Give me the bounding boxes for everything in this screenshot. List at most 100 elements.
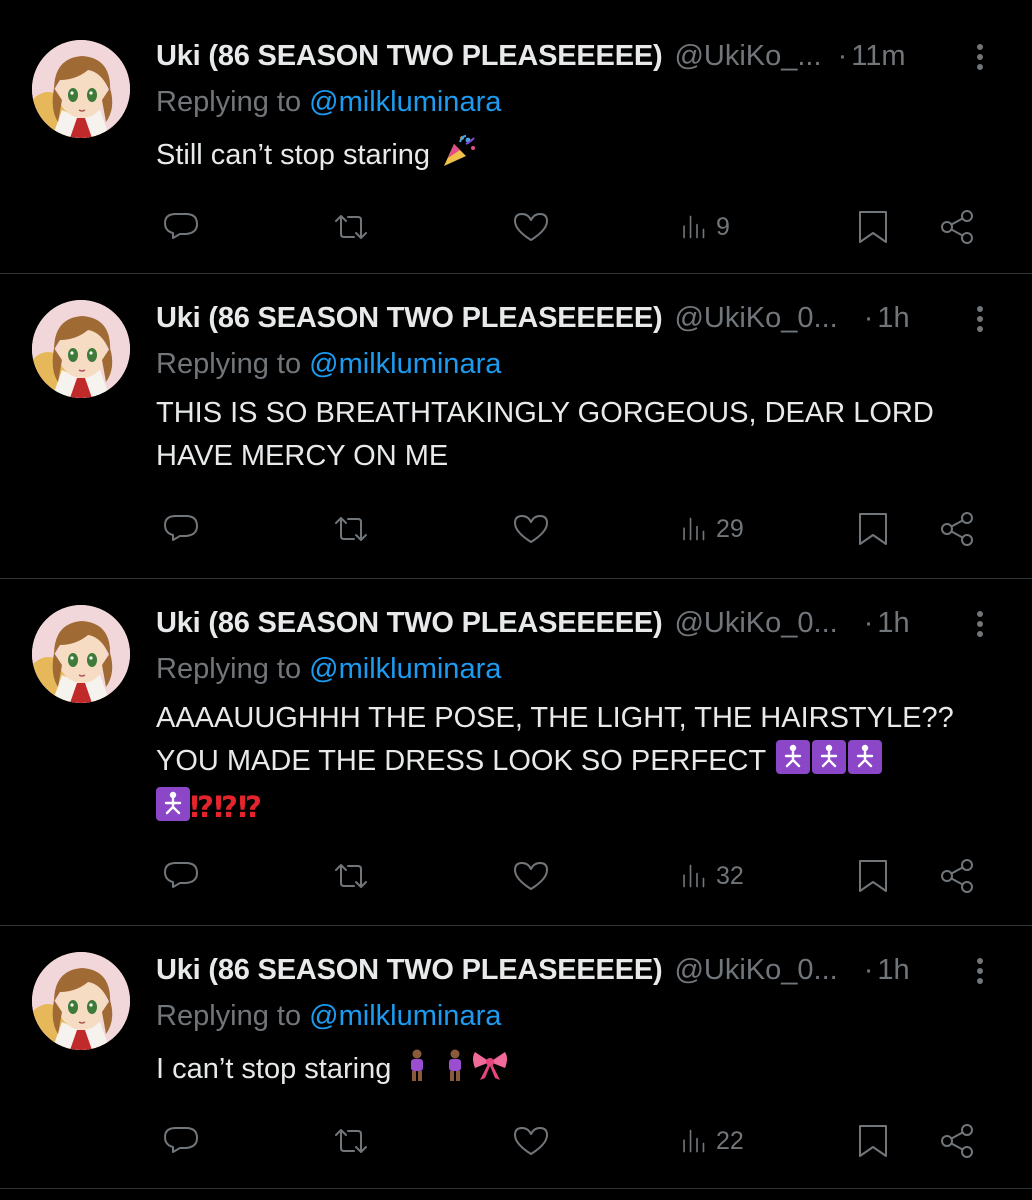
tweet[interactable]: Uki (86 SEASON TWO PLEASEEEEE) @UkiKo_..… <box>0 0 1032 274</box>
username-handle[interactable]: @UkiKo_0... <box>674 302 837 335</box>
action-bar: 32 <box>0 851 1032 901</box>
views-button[interactable]: 22 <box>680 1116 744 1166</box>
views-chart-icon <box>683 215 705 239</box>
replying-to-label: Replying to <box>156 86 310 118</box>
reply-button[interactable] <box>160 504 202 554</box>
bookmark-icon <box>859 860 887 892</box>
timestamp[interactable]: 1h <box>877 302 909 335</box>
action-bar: 29 <box>0 504 1032 554</box>
timestamp[interactable]: 11m <box>851 40 905 73</box>
username-handle[interactable]: @UkiKo_0... <box>674 607 837 640</box>
replying-to-label: Replying to <box>156 348 310 380</box>
retweet-button[interactable] <box>330 202 372 252</box>
retweet-icon <box>335 215 367 239</box>
share-button[interactable] <box>936 504 978 554</box>
replying-to-handle[interactable]: @milkluminara <box>309 348 501 380</box>
kneeling-person-icon <box>775 740 810 787</box>
action-bar: 22 <box>0 1116 1032 1166</box>
like-button[interactable] <box>510 851 552 901</box>
tweet-text-body: THIS IS SO BREATHTAKINGLY GORGEOUS, DEAR… <box>156 397 934 472</box>
tweet[interactable]: Uki (86 SEASON TWO PLEASEEEEE) @UkiKo_0.… <box>0 274 1032 579</box>
share-icon <box>941 512 973 546</box>
more-vertical-icon[interactable] <box>968 607 992 641</box>
tweet-header: Uki (86 SEASON TWO PLEASEEEEE) @UkiKo_..… <box>156 36 992 76</box>
timestamp[interactable]: 1h <box>877 954 909 987</box>
replying-to-handle[interactable]: @milkluminara <box>309 86 501 118</box>
timestamp[interactable]: 1h <box>877 607 909 640</box>
retweet-button[interactable] <box>330 1116 372 1166</box>
replying-to-handle[interactable]: @milkluminara <box>309 653 501 685</box>
like-button[interactable] <box>510 202 552 252</box>
ribbon-icon <box>471 1048 509 1095</box>
replying-to: Replying to @milkluminara <box>156 86 501 119</box>
reply-icon <box>164 862 198 888</box>
views-button[interactable]: 29 <box>680 504 744 554</box>
tweet-header: Uki (86 SEASON TWO PLEASEEEEE) @UkiKo_0.… <box>156 298 992 338</box>
replying-to: Replying to @milkluminara <box>156 348 501 381</box>
tweet[interactable]: Uki (86 SEASON TWO PLEASEEEEE) @UkiKo_0.… <box>0 926 1032 1189</box>
kneeling-person-icon <box>156 787 190 834</box>
reply-icon <box>164 213 198 239</box>
display-name[interactable]: Uki (86 SEASON TWO PLEASEEEEE) <box>156 954 663 987</box>
avatar[interactable] <box>32 952 130 1050</box>
tweet-text: THIS IS SO BREATHTAKINGLY GORGEOUS, DEAR… <box>156 392 972 478</box>
username-handle[interactable]: @UkiKo_0... <box>674 954 837 987</box>
replying-to-handle[interactable]: @milkluminara <box>309 1000 501 1032</box>
exclamation-question-marks: ⁉⁉⁉ <box>190 792 263 824</box>
tweet-text: I can’t stop staring <box>156 1048 972 1095</box>
tweet[interactable]: Uki (86 SEASON TWO PLEASEEEEE) @UkiKo_0.… <box>0 579 1032 926</box>
views-chart-icon <box>683 517 705 541</box>
avatar-image <box>32 300 130 398</box>
views-count: 9 <box>716 212 730 241</box>
avatar[interactable] <box>32 300 130 398</box>
separator-dot: · <box>863 953 874 986</box>
bookmark-button[interactable] <box>852 851 894 901</box>
display-name[interactable]: Uki (86 SEASON TWO PLEASEEEEE) <box>156 302 663 335</box>
standing-person-icon <box>443 1048 467 1095</box>
avatar[interactable] <box>32 605 130 703</box>
heart-icon <box>514 213 548 241</box>
avatar-image <box>32 40 130 138</box>
retweet-button[interactable] <box>330 504 372 554</box>
reply-icon <box>164 515 198 541</box>
replying-to-label: Replying to <box>156 1000 310 1032</box>
separator-dot: · <box>863 301 874 334</box>
display-name[interactable]: Uki (86 SEASON TWO PLEASEEEEE) <box>156 607 663 640</box>
views-count: 29 <box>716 514 744 543</box>
heart-icon <box>514 862 548 890</box>
kneeling-person-icon <box>811 740 846 787</box>
bookmark-button[interactable] <box>852 504 894 554</box>
heart-icon <box>514 515 548 543</box>
more-vertical-icon[interactable] <box>968 954 992 988</box>
username-handle[interactable]: @UkiKo_... <box>674 40 821 73</box>
views-chart-icon <box>683 864 705 888</box>
tweet-header: Uki (86 SEASON TWO PLEASEEEEE) @UkiKo_0.… <box>156 603 992 643</box>
views-button[interactable]: 32 <box>680 851 744 901</box>
kneeling-person-icon <box>847 740 882 787</box>
avatar-image <box>32 605 130 703</box>
like-button[interactable] <box>510 1116 552 1166</box>
tweet-text: Still can’t stop staring <box>156 134 972 181</box>
retweet-button[interactable] <box>330 851 372 901</box>
like-button[interactable] <box>510 504 552 554</box>
views-chart-icon <box>683 1129 705 1153</box>
party-popper-icon <box>440 134 478 181</box>
views-button[interactable]: 9 <box>680 202 730 252</box>
reply-button[interactable] <box>160 851 202 901</box>
avatar[interactable] <box>32 40 130 138</box>
reply-button[interactable] <box>160 202 202 252</box>
reply-button[interactable] <box>160 1116 202 1166</box>
share-button[interactable] <box>936 851 978 901</box>
bookmark-icon <box>859 1125 887 1157</box>
bookmark-button[interactable] <box>852 202 894 252</box>
tweet-text-body: Still can’t stop staring <box>156 139 431 171</box>
bookmark-button[interactable] <box>852 1116 894 1166</box>
more-vertical-icon[interactable] <box>968 302 992 336</box>
retweet-icon <box>335 864 367 888</box>
share-icon <box>941 1124 973 1158</box>
display-name[interactable]: Uki (86 SEASON TWO PLEASEEEEE) <box>156 40 663 73</box>
share-button[interactable] <box>936 202 978 252</box>
share-button[interactable] <box>936 1116 978 1166</box>
action-bar: 9 <box>0 202 1032 252</box>
more-vertical-icon[interactable] <box>968 40 992 74</box>
